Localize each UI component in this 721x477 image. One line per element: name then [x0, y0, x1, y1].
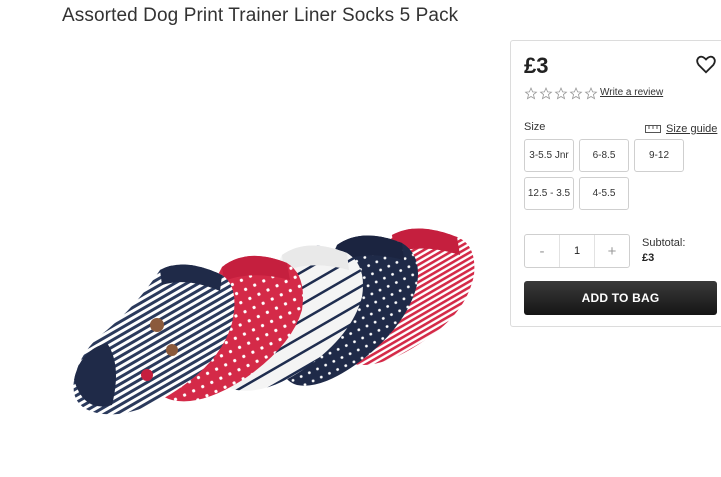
size-option-6-8.5[interactable]: 6-8.5: [579, 139, 629, 172]
size-option-9-12[interactable]: 9-12: [634, 139, 684, 172]
subtotal-value: £3: [642, 252, 655, 264]
add-to-bag-button[interactable]: ADD TO BAG: [524, 281, 717, 315]
star-icon: [584, 87, 598, 100]
purchase-panel: £3 Write a review Size Size guide 3-5.5 …: [510, 40, 721, 327]
star-icon: [524, 87, 538, 100]
decrease-quantity-button[interactable]: -: [525, 235, 559, 267]
product-title: Assorted Dog Print Trainer Liner Socks 5…: [62, 5, 459, 26]
size-label: Size: [524, 121, 546, 133]
quantity-stepper: - 1 +: [524, 234, 630, 268]
heart-icon[interactable]: [695, 53, 717, 75]
subtotal-label: Subtotal:: [642, 237, 686, 249]
size-option-3-5.5-jnr[interactable]: 3-5.5 Jnr: [524, 139, 574, 172]
size-guide-label: Size guide: [666, 123, 718, 135]
size-option-12.5-3.5[interactable]: 12.5 - 3.5: [524, 177, 574, 210]
size-option-4-5.5[interactable]: 4-5.5: [579, 177, 629, 210]
price: £3: [524, 53, 549, 78]
star-icon: [539, 87, 553, 100]
star-icon: [554, 87, 568, 100]
size-guide-link[interactable]: Size guide: [645, 123, 717, 135]
increase-quantity-button[interactable]: +: [595, 235, 629, 267]
rating-stars: [524, 87, 598, 100]
product-image: [73, 228, 475, 415]
write-review-link[interactable]: Write a review: [600, 87, 663, 98]
star-icon: [569, 87, 583, 100]
ruler-icon: [645, 125, 661, 133]
quantity-input[interactable]: 1: [559, 235, 595, 267]
